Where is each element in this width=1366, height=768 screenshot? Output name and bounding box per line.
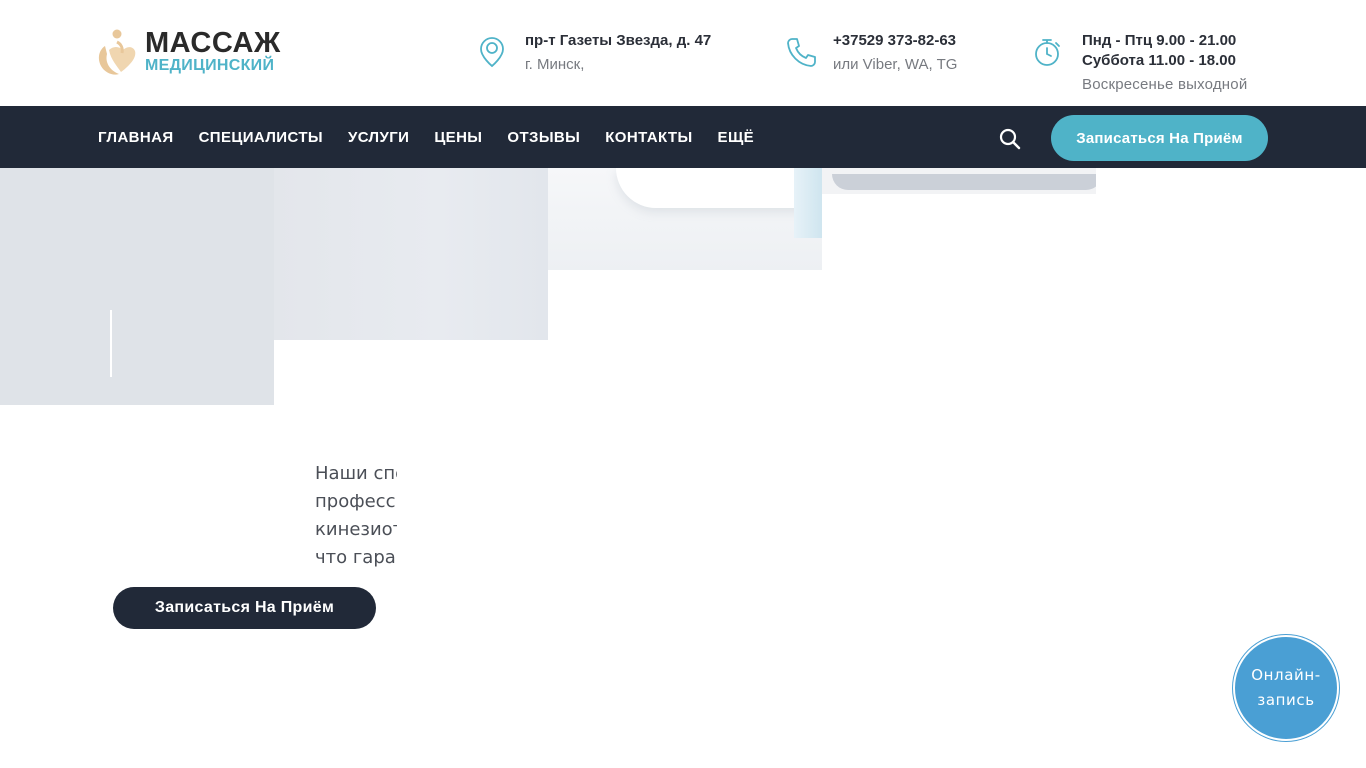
nav-item-prices[interactable]: ЦЕНЫ [434,129,482,146]
hours-saturday: Суббота 11.00 - 18.00 [1082,52,1236,69]
hero-text-line: професси [315,491,397,512]
main-nav: ГЛАВНАЯ СПЕЦИАЛИСТЫ УСЛУГИ ЦЕНЫ ОТЗЫВЫ К… [98,106,779,168]
hero-description: Наши спе професси кинезиот что гара [315,460,397,575]
hero-text-line: кинезиот [315,519,397,540]
hours-sunday: Воскресенье выходной [1082,76,1248,93]
hero-image-tile-2 [274,168,548,340]
logo-title: МАССАЖ [145,27,281,59]
pillow-shape [616,168,822,208]
address-city: г. Минск, [525,56,585,73]
hero-image-tile-3 [548,168,822,270]
nav-item-contacts[interactable]: КОНТАКТЫ [605,129,692,146]
hours-weekdays: Пнд - Птц 9.00 - 21.00 [1082,32,1237,49]
site-logo[interactable]: МАССАЖ МЕДИЦИНСКИЙ [97,28,287,80]
online-booking-label: Онлайн-запись [1251,666,1321,709]
header: МАССАЖ МЕДИЦИНСКИЙ пр-т Газеты Звезда, д… [0,0,1366,106]
massage-logo-icon [98,29,136,75]
hero-book-button[interactable]: Записаться На Приём [113,587,376,629]
hero-image-tile-4 [822,168,1096,194]
bowl-shape [832,174,1096,190]
nav-item-specialists[interactable]: СПЕЦИАЛИСТЫ [199,129,323,146]
online-booking-button[interactable]: Онлайн-запись [1233,635,1339,741]
towel-shape [794,168,822,238]
logo-subtitle: МЕДИЦИНСКИЙ [145,57,275,74]
stopwatch-icon [1035,39,1060,66]
nav-item-home[interactable]: ГЛАВНАЯ [98,129,174,146]
nav-item-reviews[interactable]: ОТЗЫВЫ [507,129,580,146]
book-appointment-button[interactable]: Записаться На Приём [1051,115,1268,161]
nav-item-services[interactable]: УСЛУГИ [348,129,409,146]
address-main: пр-т Газеты Звезда, д. 47 [525,32,712,49]
location-pin-icon [480,37,504,68]
hero-text-line: что гара [315,547,396,568]
phone-number[interactable]: +37529 373-82-63 [833,31,956,50]
phone-messengers: или Viber, WA, TG [833,56,958,73]
hero-text-line: Наши спе [315,463,397,484]
phone-icon [787,38,816,67]
search-icon[interactable] [999,128,1021,150]
hero-divider-line [110,310,112,377]
nav-item-more[interactable]: ЕЩЁ [718,129,755,146]
hero-image-tile-1 [0,168,274,405]
